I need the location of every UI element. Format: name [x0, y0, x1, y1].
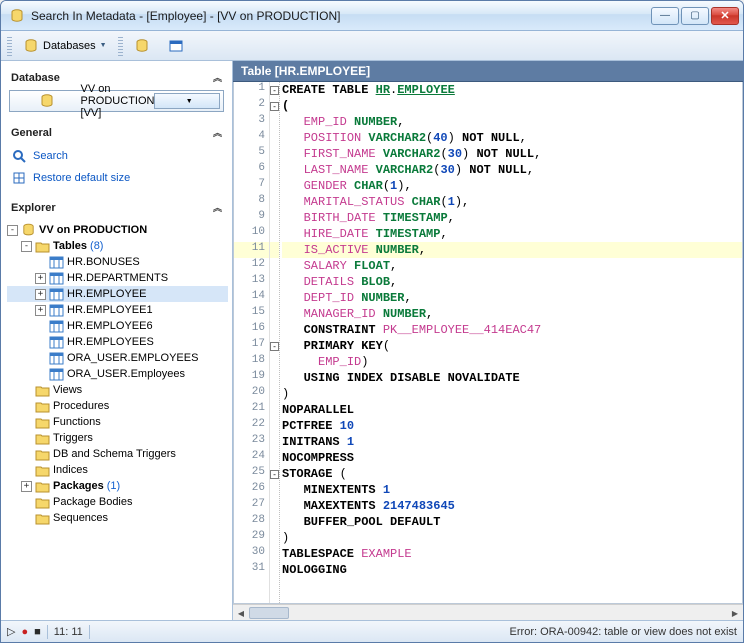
- maximize-button[interactable]: ▢: [681, 7, 709, 25]
- tree-icon: [49, 319, 64, 333]
- tree-icon: [35, 511, 50, 525]
- left-pane: Database ︽ VV on PRODUCTION [VV] ▼ Gener…: [1, 61, 233, 620]
- toolbar: Databases ▼: [1, 31, 743, 61]
- app-icon: [9, 8, 25, 24]
- chevron-up-icon: ︽: [213, 126, 222, 139]
- record-button[interactable]: ●: [21, 626, 28, 638]
- restore-icon: [11, 170, 27, 186]
- fold-toggle[interactable]: -: [270, 102, 279, 111]
- search-icon: [11, 148, 27, 164]
- tree-folder[interactable]: Procedures: [7, 398, 228, 414]
- tree-table-item[interactable]: HR.BONUSES: [7, 254, 228, 270]
- status-bar: ▷ ● ■ 11: 11 Error: ORA-00942: table or …: [1, 620, 743, 642]
- tree-icon: [35, 495, 50, 509]
- cursor-position: 11: 11: [54, 626, 83, 638]
- tree-icon: [49, 303, 64, 317]
- tree-folder[interactable]: DB and Schema Triggers: [7, 446, 228, 462]
- fold-toggle[interactable]: -: [270, 342, 279, 351]
- chevron-down-icon: ▼: [100, 42, 107, 49]
- tree-root[interactable]: -VV on PRODUCTION: [7, 222, 228, 238]
- fold-icon[interactable]: +: [21, 481, 32, 492]
- tree-icon: [35, 383, 50, 397]
- window-icon: [168, 38, 184, 54]
- tree-folder[interactable]: Functions: [7, 414, 228, 430]
- tree-icon: [49, 335, 64, 349]
- window-button[interactable]: [161, 35, 191, 57]
- general-section-header[interactable]: General ︽: [5, 122, 228, 145]
- tree-table-item[interactable]: +HR.EMPLOYEE1: [7, 302, 228, 318]
- code-header: Table [HR.EMPLOYEE]: [233, 61, 743, 82]
- fold-gutter[interactable]: - - - -: [270, 82, 280, 603]
- chevron-down-icon[interactable]: ▼: [154, 93, 220, 109]
- play-button[interactable]: ▷: [7, 625, 15, 638]
- tree-tables[interactable]: -Tables (8): [7, 238, 228, 254]
- tree-table-item[interactable]: +HR.DEPARTMENTS: [7, 270, 228, 286]
- fold-icon[interactable]: +: [35, 289, 46, 300]
- tree-icon: [35, 415, 50, 429]
- tree-folder[interactable]: Views: [7, 382, 228, 398]
- tree-icon: [35, 399, 50, 413]
- tree-icon: [35, 479, 50, 493]
- tree-table-item[interactable]: ORA_USER.Employees: [7, 366, 228, 382]
- database-refresh-icon: [134, 38, 150, 54]
- tree-icon: [35, 463, 50, 477]
- tree-table-item[interactable]: HR.EMPLOYEE6: [7, 318, 228, 334]
- fold-icon[interactable]: +: [35, 305, 46, 316]
- toolbar-grip-icon: [118, 36, 123, 56]
- tree-icon: [35, 431, 50, 445]
- tree-icon: [21, 223, 36, 237]
- tree-table-item[interactable]: HR.EMPLOYEES: [7, 334, 228, 350]
- tree-icon: [49, 367, 64, 381]
- explorer-section-header[interactable]: Explorer ︽: [5, 197, 228, 220]
- toolbar-grip-icon: [7, 36, 12, 56]
- scroll-left-icon[interactable]: ◀: [233, 605, 249, 620]
- restore-size-link[interactable]: Restore default size: [5, 167, 228, 189]
- scroll-right-icon[interactable]: ▶: [727, 605, 743, 620]
- selected-db-label: VV on PRODUCTION [VV]: [77, 83, 155, 119]
- stop-button[interactable]: ■: [34, 626, 41, 638]
- tree-table-item[interactable]: ORA_USER.EMPLOYEES: [7, 350, 228, 366]
- chevron-up-icon: ︽: [213, 201, 222, 214]
- search-link[interactable]: Search: [5, 145, 228, 167]
- right-pane: Table [HR.EMPLOYEE] 12345678910111213141…: [233, 61, 743, 620]
- code-body[interactable]: CREATE TABLE HR.EMPLOYEE( EMP_ID NUMBER,…: [280, 82, 742, 603]
- database-selector[interactable]: VV on PRODUCTION [VV] ▼: [9, 90, 224, 112]
- tree-icon: [35, 239, 50, 253]
- code-editor[interactable]: 1234567891011121314151617181920212223242…: [233, 82, 743, 604]
- tree-packages[interactable]: +Packages (1): [7, 478, 228, 494]
- app-window: Search In Metadata - [Employee] - [VV on…: [0, 0, 744, 643]
- tree-icon: [49, 287, 64, 301]
- line-number-gutter: 1234567891011121314151617181920212223242…: [234, 82, 270, 603]
- explorer-tree[interactable]: -VV on PRODUCTION-Tables (8)HR.BONUSES+H…: [5, 220, 228, 620]
- window-title: Search In Metadata - [Employee] - [VV on…: [31, 9, 651, 23]
- tree-icon: [35, 447, 50, 461]
- main-split: Database ︽ VV on PRODUCTION [VV] ▼ Gener…: [1, 61, 743, 620]
- fold-icon[interactable]: -: [7, 225, 18, 236]
- fold-toggle[interactable]: -: [270, 86, 279, 95]
- database-icon: [13, 93, 77, 109]
- tree-folder[interactable]: Sequences: [7, 510, 228, 526]
- tree-folder[interactable]: Triggers: [7, 430, 228, 446]
- titlebar: Search In Metadata - [Employee] - [VV on…: [1, 1, 743, 31]
- tree-folder[interactable]: Package Bodies: [7, 494, 228, 510]
- fold-toggle[interactable]: -: [270, 470, 279, 479]
- tree-icon: [49, 271, 64, 285]
- fold-icon[interactable]: -: [21, 241, 32, 252]
- database-icon: [23, 38, 39, 54]
- horizontal-scrollbar[interactable]: ◀ ▶: [233, 604, 743, 620]
- tree-table-item[interactable]: +HR.EMPLOYEE: [7, 286, 228, 302]
- databases-dropdown[interactable]: Databases ▼: [16, 35, 114, 57]
- tree-icon: [49, 255, 64, 269]
- minimize-button[interactable]: —: [651, 7, 679, 25]
- tree-folder[interactable]: Indices: [7, 462, 228, 478]
- close-button[interactable]: ✕: [711, 7, 739, 25]
- refresh-button[interactable]: [127, 35, 157, 57]
- scroll-thumb[interactable]: [249, 607, 289, 619]
- databases-label: Databases: [43, 40, 96, 52]
- fold-icon[interactable]: +: [35, 273, 46, 284]
- tree-icon: [49, 351, 64, 365]
- error-message: Error: ORA-00942: table or view does not…: [510, 626, 737, 638]
- chevron-up-icon: ︽: [213, 71, 222, 84]
